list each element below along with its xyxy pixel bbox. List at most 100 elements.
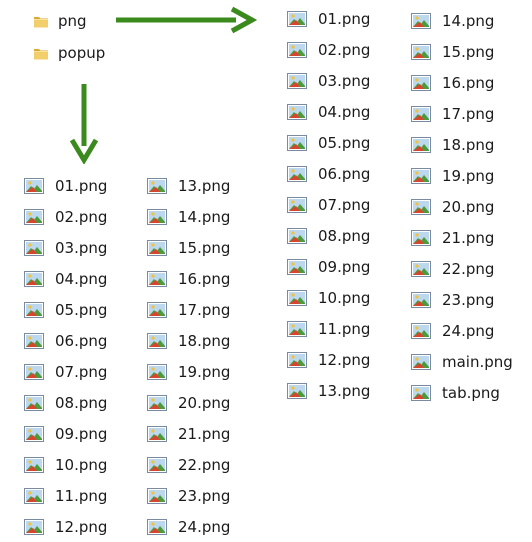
file-item[interactable]: 24.png	[411, 315, 513, 346]
file-label: 08.png	[55, 393, 108, 412]
image-file-icon	[24, 177, 44, 194]
file-item[interactable]: 09.png	[287, 251, 370, 282]
image-file-icon	[287, 258, 307, 275]
image-file-icon	[287, 10, 307, 27]
file-item[interactable]: 17.png	[147, 294, 230, 325]
file-label: 21.png	[178, 424, 231, 443]
file-item[interactable]: 06.png	[287, 158, 370, 189]
file-item[interactable]: 02.png	[287, 34, 370, 65]
file-item[interactable]: 22.png	[147, 449, 230, 480]
file-item[interactable]: 02.png	[24, 201, 107, 232]
file-label: main.png	[442, 352, 513, 371]
file-item[interactable]: 04.png	[287, 96, 370, 127]
image-file-icon	[411, 198, 431, 215]
image-file-icon	[411, 12, 431, 29]
image-file-icon	[411, 43, 431, 60]
file-label: 09.png	[318, 257, 371, 276]
file-item[interactable]: 08.png	[287, 220, 370, 251]
file-item[interactable]: 21.png	[411, 222, 513, 253]
file-item[interactable]: 21.png	[147, 418, 230, 449]
file-item[interactable]: 18.png	[411, 129, 513, 160]
file-item[interactable]: 24.png	[147, 511, 230, 542]
image-file-icon	[411, 291, 431, 308]
folder-item-png[interactable]: png	[33, 10, 87, 32]
file-label: 23.png	[442, 290, 495, 309]
file-item[interactable]: 11.png	[24, 480, 107, 511]
file-label: 19.png	[442, 166, 495, 185]
image-file-icon	[24, 332, 44, 349]
file-item[interactable]: 04.png	[24, 263, 107, 294]
file-item[interactable]: 01.png	[24, 170, 107, 201]
file-item[interactable]: 05.png	[24, 294, 107, 325]
file-item[interactable]: 08.png	[24, 387, 107, 418]
image-file-icon	[287, 196, 307, 213]
file-item[interactable]: 14.png	[147, 201, 230, 232]
file-item[interactable]: 12.png	[24, 511, 107, 542]
file-item[interactable]: 23.png	[411, 284, 513, 315]
file-label: 17.png	[442, 104, 495, 123]
file-item[interactable]: 01.png	[287, 3, 370, 34]
file-item[interactable]: 06.png	[24, 325, 107, 356]
image-file-icon	[287, 227, 307, 244]
file-label: 13.png	[318, 381, 371, 400]
file-label: 07.png	[318, 195, 371, 214]
folder-icon	[34, 17, 48, 28]
file-item[interactable]: 15.png	[411, 36, 513, 67]
file-item[interactable]: tab.png	[411, 377, 513, 408]
popup-listing-col-1: 01.png 02.png 03.png 04.png 05.png 06.png 07.p…	[24, 170, 107, 542]
png-listing-col-2: 14.png 15.png 16.png 17.png 18.png 19.png 20.p…	[411, 5, 513, 408]
file-item[interactable]: 13.png	[287, 375, 370, 406]
file-item[interactable]: 17.png	[411, 98, 513, 129]
image-file-icon	[287, 320, 307, 337]
folder-item-popup[interactable]: popup	[33, 42, 105, 64]
image-file-icon	[411, 167, 431, 184]
file-item[interactable]: 18.png	[147, 325, 230, 356]
file-label: 15.png	[442, 42, 495, 61]
image-file-icon	[287, 289, 307, 306]
image-file-icon	[411, 322, 431, 339]
file-item[interactable]: 10.png	[287, 282, 370, 313]
file-label: 18.png	[442, 135, 495, 154]
file-label: 18.png	[178, 331, 231, 350]
image-file-icon	[147, 177, 167, 194]
image-file-icon	[147, 332, 167, 349]
file-item[interactable]: 11.png	[287, 313, 370, 344]
file-item[interactable]: 14.png	[411, 5, 513, 36]
file-item[interactable]: 23.png	[147, 480, 230, 511]
file-label: 03.png	[55, 238, 108, 257]
file-item[interactable]: 22.png	[411, 253, 513, 284]
file-item[interactable]: 20.png	[411, 191, 513, 222]
file-item[interactable]: 20.png	[147, 387, 230, 418]
file-item[interactable]: 05.png	[287, 127, 370, 158]
file-label: 16.png	[442, 73, 495, 92]
file-item[interactable]: 13.png	[147, 170, 230, 201]
file-label: 11.png	[55, 486, 108, 505]
file-item[interactable]: 12.png	[287, 344, 370, 375]
file-label: 08.png	[318, 226, 371, 245]
file-item[interactable]: 19.png	[411, 160, 513, 191]
file-label: 16.png	[178, 269, 231, 288]
file-label: 17.png	[178, 300, 231, 319]
file-label: 10.png	[55, 455, 108, 474]
file-label: 06.png	[318, 164, 371, 183]
image-file-icon	[24, 270, 44, 287]
file-item[interactable]: 03.png	[287, 65, 370, 96]
file-item[interactable]: 09.png	[24, 418, 107, 449]
image-file-icon	[24, 456, 44, 473]
file-label: 01.png	[55, 176, 108, 195]
file-item[interactable]: 19.png	[147, 356, 230, 387]
file-label: 23.png	[178, 486, 231, 505]
file-item[interactable]: 10.png	[24, 449, 107, 480]
file-item[interactable]: 15.png	[147, 232, 230, 263]
image-file-icon	[411, 136, 431, 153]
file-item[interactable]: 16.png	[147, 263, 230, 294]
file-item[interactable]: 07.png	[287, 189, 370, 220]
image-file-icon	[24, 363, 44, 380]
file-item[interactable]: 16.png	[411, 67, 513, 98]
file-item[interactable]: 07.png	[24, 356, 107, 387]
image-file-icon	[411, 105, 431, 122]
file-item[interactable]: main.png	[411, 346, 513, 377]
file-label: 22.png	[178, 455, 231, 474]
file-label: tab.png	[442, 383, 500, 402]
file-item[interactable]: 03.png	[24, 232, 107, 263]
